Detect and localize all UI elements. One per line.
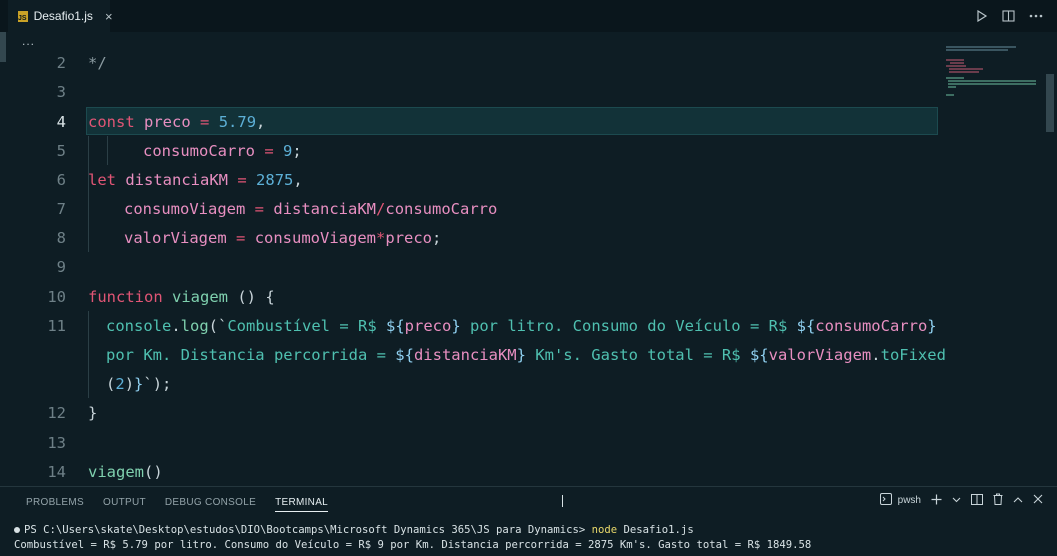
panel-actions: pwsh bbox=[879, 493, 1043, 508]
code-text: console.log(`Combustível = R$ ${preco} p… bbox=[106, 316, 937, 335]
code-line: 6 let distanciaKM = 2875, bbox=[0, 165, 1040, 194]
minimap-line bbox=[948, 86, 956, 88]
terminal-selector[interactable]: pwsh bbox=[879, 493, 921, 508]
minimap-line bbox=[946, 77, 964, 79]
minimap-line bbox=[946, 94, 954, 96]
close-icon[interactable]: × bbox=[105, 9, 113, 24]
minimap-line bbox=[946, 46, 1016, 48]
split-terminal-icon[interactable] bbox=[971, 493, 983, 508]
terminal-icon bbox=[879, 493, 892, 508]
code-line: 2 */ bbox=[0, 48, 1040, 77]
code-text: */ bbox=[88, 53, 107, 72]
panel-tabs: PROBLEMS OUTPUT DEBUG CONSOLE TERMINAL bbox=[26, 497, 347, 512]
more-actions-icon[interactable] bbox=[1029, 14, 1043, 18]
code-line: 4 const preco = 5.79, bbox=[0, 107, 1040, 136]
code-text: function viagem () { bbox=[88, 287, 275, 306]
minimap-line bbox=[950, 62, 964, 64]
tab-output[interactable]: OUTPUT bbox=[103, 497, 146, 512]
code-text: const preco = 5.79, bbox=[88, 112, 266, 131]
breadcrumb[interactable]: ... bbox=[22, 34, 35, 48]
line-number: 11 bbox=[47, 316, 66, 335]
line-number: 10 bbox=[47, 287, 66, 306]
text-cursor bbox=[562, 495, 563, 507]
tab-terminal[interactable]: TERMINAL bbox=[275, 497, 329, 512]
code-line: 11 console.log(`Combustível = R$ ${preco… bbox=[0, 311, 1040, 340]
maximize-panel-icon[interactable] bbox=[1013, 495, 1023, 506]
shell-name: pwsh bbox=[897, 495, 921, 506]
minimap-line bbox=[948, 83, 1036, 85]
tab-label: Desafio1.js bbox=[33, 9, 93, 23]
code-line: 7 consumoViagem = distanciaKM/consumoCar… bbox=[0, 194, 1040, 223]
code-line: 12 } bbox=[0, 398, 1040, 427]
code-text: valorViagem = consumoViagem*preco; bbox=[124, 228, 442, 247]
code-text: viagem() bbox=[88, 462, 163, 481]
line-number: 12 bbox=[47, 403, 66, 422]
line-number: 8 bbox=[56, 228, 66, 247]
tab-debug-console[interactable]: DEBUG CONSOLE bbox=[165, 497, 256, 512]
tab-desafio1-js[interactable]: JS Desafio1.js × bbox=[8, 0, 113, 32]
run-icon[interactable] bbox=[976, 10, 988, 22]
code-line: 10 function viagem () { bbox=[0, 282, 1040, 311]
terminal-prompt: PS C:\Users\skate\Desktop\estudos\DIO\Bo… bbox=[24, 524, 592, 536]
minimap-line bbox=[946, 65, 966, 67]
line-number: 13 bbox=[47, 433, 66, 452]
chevron-down-icon[interactable] bbox=[952, 495, 961, 506]
close-panel-icon[interactable] bbox=[1033, 494, 1043, 507]
line-number: 3 bbox=[56, 82, 66, 101]
minimap-line bbox=[948, 80, 1036, 82]
line-number: 4 bbox=[56, 112, 66, 131]
trash-icon[interactable] bbox=[993, 493, 1003, 508]
code-line: 9 bbox=[0, 252, 1040, 281]
terminal-output[interactable]: PS C:\Users\skate\Desktop\estudos\DIO\Bo… bbox=[14, 523, 811, 553]
code-line: 14 viagem() bbox=[0, 457, 1040, 485]
code-line-wrapped: (2)}`); bbox=[0, 369, 1040, 398]
js-file-icon: JS bbox=[18, 10, 28, 22]
code-text: por Km. Distancia percorrida = ${distanc… bbox=[106, 345, 946, 364]
terminal-status-dot bbox=[14, 527, 20, 533]
editor-actions bbox=[976, 0, 1043, 32]
code-line-wrapped: por Km. Distancia percorrida = ${distanc… bbox=[0, 340, 1040, 369]
vertical-scrollbar[interactable] bbox=[1046, 74, 1054, 132]
bottom-panel: PROBLEMS OUTPUT DEBUG CONSOLE TERMINAL p… bbox=[0, 486, 1057, 556]
line-number: 9 bbox=[56, 257, 66, 276]
minimap-line bbox=[946, 49, 1008, 51]
code-text: } bbox=[88, 403, 98, 422]
code-line: 13 bbox=[0, 428, 1040, 457]
terminal-result: Combustível = R$ 5.79 por litro. Consumo… bbox=[14, 539, 812, 551]
terminal-arg: Desafio1.js bbox=[617, 524, 694, 536]
line-number: 6 bbox=[56, 170, 66, 189]
tab-problems[interactable]: PROBLEMS bbox=[26, 497, 84, 512]
code-editor[interactable]: 2 */ 3 4 const preco = 5.79, 5 consumoCa… bbox=[0, 48, 1040, 485]
minimap-line bbox=[949, 68, 983, 70]
line-number: 5 bbox=[56, 141, 66, 160]
minimap[interactable] bbox=[946, 46, 1041, 106]
new-terminal-icon[interactable] bbox=[931, 494, 942, 508]
minimap-line bbox=[946, 59, 964, 61]
code-text: let distanciaKM = 2875, bbox=[88, 170, 303, 189]
minimap-line bbox=[949, 71, 979, 73]
line-number: 2 bbox=[56, 53, 66, 72]
line-number: 14 bbox=[47, 462, 66, 481]
tab-bar: JS Desafio1.js × bbox=[0, 0, 1057, 32]
code-text: consumoViagem = distanciaKM/consumoCarro bbox=[124, 199, 498, 218]
code-line: 3 bbox=[0, 77, 1040, 106]
code-text: (2)}`); bbox=[106, 374, 172, 393]
line-number: 7 bbox=[56, 199, 66, 218]
code-line: 8 valorViagem = consumoViagem*preco; bbox=[0, 223, 1040, 252]
terminal-command: node bbox=[591, 524, 618, 536]
code-text: consumoCarro = 9; bbox=[143, 141, 302, 160]
split-editor-icon[interactable] bbox=[1002, 10, 1015, 22]
code-line: 5 consumoCarro = 9; bbox=[0, 136, 1040, 165]
